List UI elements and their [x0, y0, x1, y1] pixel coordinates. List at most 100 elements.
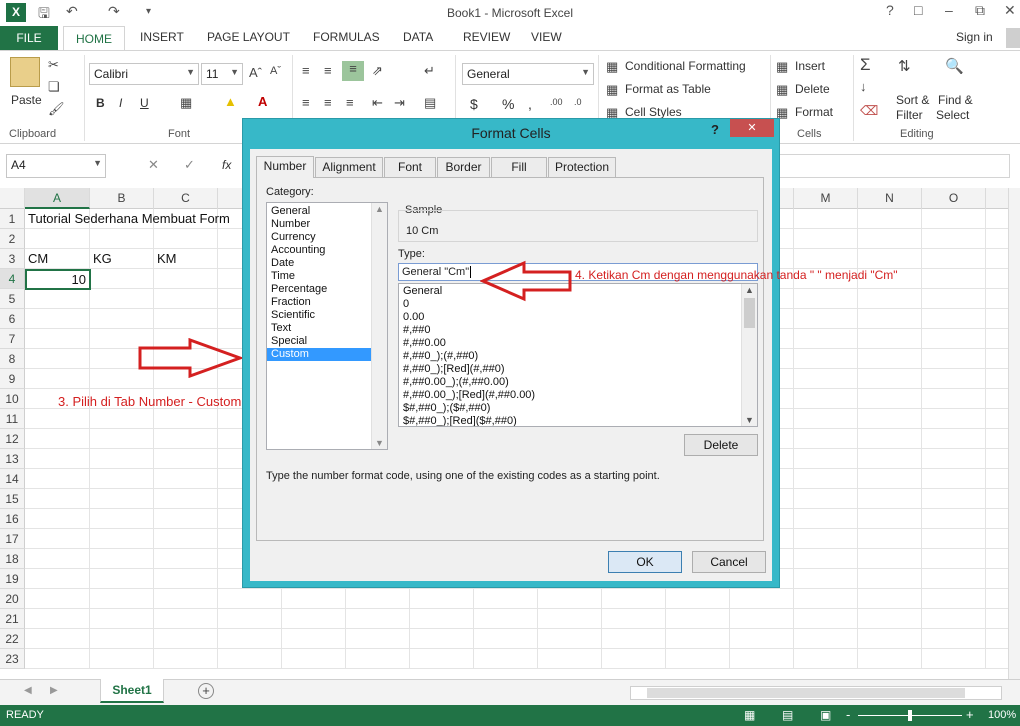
row-header[interactable]: 6 [0, 309, 25, 329]
format-code-list[interactable]: General 0 0.00 #,##0 #,##0.00 #,##0_);(#,##0)… [398, 283, 758, 427]
sort-filter-icon[interactable]: ⇅ [898, 57, 911, 75]
format-code-item[interactable]: 0 [399, 298, 757, 311]
column-header-c[interactable]: C [154, 188, 218, 209]
zoom-slider-thumb[interactable] [908, 710, 912, 721]
format-code-item[interactable]: $#,##0_);[Red]($#,##0) [399, 415, 757, 426]
row-header[interactable]: 2 [0, 229, 25, 249]
percent-button[interactable]: % [502, 96, 514, 112]
format-code-item[interactable]: $#,##0_);($#,##0) [399, 402, 757, 415]
name-box[interactable]: A4 ▼ [6, 154, 106, 178]
format-scroll-thumb[interactable] [744, 298, 755, 328]
cell-a1[interactable]: Tutorial Sederhana Membuat Form [28, 211, 230, 226]
cell-b3[interactable]: KG [93, 251, 112, 266]
delete-button[interactable]: Delete [795, 82, 830, 96]
orientation-icon[interactable]: ⇗ [372, 63, 383, 79]
format-list-scrollbar[interactable]: ▲ ▼ [741, 284, 757, 426]
dialog-tab-font[interactable]: Font [384, 157, 436, 177]
font-name-combo[interactable]: Calibri ▼ [89, 63, 199, 85]
insert-cells-icon[interactable]: ▦ [776, 59, 788, 75]
close-window-button[interactable]: ✕ [1004, 2, 1016, 19]
cut-icon[interactable]: ✂ [48, 57, 59, 73]
row-header[interactable]: 9 [0, 369, 25, 389]
clear-icon[interactable]: ⌫ [860, 103, 878, 119]
cell-styles-button[interactable]: Cell Styles [625, 105, 682, 119]
fill-icon[interactable]: ↓ [860, 79, 867, 94]
cell-c3[interactable]: KM [157, 251, 177, 266]
category-item[interactable]: General [267, 205, 371, 218]
dialog-help-button[interactable]: ? [711, 122, 719, 137]
format-code-item[interactable]: #,##0 [399, 324, 757, 337]
align-center-icon[interactable]: ≡ [324, 95, 332, 110]
tab-review[interactable]: REVIEW [463, 30, 510, 44]
row-header[interactable]: 21 [0, 609, 25, 629]
sheet-vertical-scrollbar[interactable] [1008, 188, 1020, 679]
category-item[interactable]: Time [267, 270, 371, 283]
shrink-font-icon[interactable]: Aˇ [270, 65, 281, 77]
autosum-icon[interactable]: Σ [860, 55, 871, 75]
category-item[interactable]: Percentage [267, 283, 371, 296]
font-color-icon[interactable]: A [258, 94, 267, 109]
dialog-tab-protection[interactable]: Protection [548, 157, 616, 177]
cancel-entry-icon[interactable]: ✕ [148, 157, 159, 173]
sort-filter-button[interactable]: Sort & [896, 93, 929, 107]
column-header-o[interactable]: O [922, 188, 986, 209]
row-header[interactable]: 15 [0, 489, 25, 509]
active-cell-a4[interactable]: 10 [25, 269, 91, 290]
conditional-formatting-button[interactable]: Conditional Formatting [625, 59, 746, 73]
find-select-button[interactable]: Find & [938, 93, 973, 107]
decrease-decimal-icon[interactable]: .0 [574, 97, 582, 107]
currency-button[interactable]: $ [470, 96, 478, 112]
category-item[interactable]: Accounting [267, 244, 371, 257]
next-sheet-icon[interactable]: ▶ [50, 685, 58, 696]
copy-icon[interactable]: ❏ [48, 79, 60, 95]
category-item[interactable]: Special [267, 335, 371, 348]
format-code-item[interactable]: #,##0.00_);(#,##0.00) [399, 376, 757, 389]
format-scroll-up-icon[interactable]: ▲ [745, 285, 754, 295]
font-size-combo[interactable]: 11 ▼ [201, 63, 243, 85]
zoom-level[interactable]: 100% [988, 709, 1016, 721]
row-header[interactable]: 23 [0, 649, 25, 669]
format-as-table-icon[interactable]: ▦ [606, 82, 618, 98]
column-header-n[interactable]: N [858, 188, 922, 209]
category-item[interactable]: Text [267, 322, 371, 335]
dialog-tab-alignment[interactable]: Alignment [315, 157, 383, 177]
ribbon-display-icon[interactable]: □ [914, 2, 922, 18]
select-all-corner[interactable] [0, 188, 25, 209]
tab-insert[interactable]: INSERT [140, 30, 184, 44]
delete-cells-icon[interactable]: ▦ [776, 82, 788, 98]
format-scroll-down-icon[interactable]: ▼ [745, 415, 754, 425]
paste-icon[interactable] [10, 57, 40, 87]
dialog-close-button[interactable]: ✕ [730, 119, 774, 137]
align-top-icon[interactable]: ≡ [302, 63, 310, 78]
page-break-view-icon[interactable]: ▣ [820, 708, 831, 722]
tab-home[interactable]: HOME [63, 26, 125, 51]
format-code-item[interactable]: #,##0_);(#,##0) [399, 350, 757, 363]
insert-button[interactable]: Insert [795, 59, 825, 73]
category-item[interactable]: Fraction [267, 296, 371, 309]
align-right-icon[interactable]: ≡ [346, 95, 354, 110]
cancel-button[interactable]: Cancel [692, 551, 766, 573]
category-item[interactable]: Custom [267, 348, 371, 361]
dialog-tab-border[interactable]: Border [437, 157, 490, 177]
row-header[interactable]: 5 [0, 289, 25, 309]
dialog-tab-fill[interactable]: Fill [491, 157, 547, 177]
ok-button[interactable]: OK [608, 551, 682, 573]
row-header[interactable]: 16 [0, 509, 25, 529]
tab-data[interactable]: DATA [403, 30, 433, 44]
row-header[interactable]: 10 [0, 389, 25, 409]
decrease-indent-icon[interactable]: ⇤ [372, 95, 383, 111]
minimize-button[interactable]: – [945, 2, 953, 18]
tab-file[interactable]: FILE [0, 26, 58, 50]
sheet-tab-sheet1[interactable]: Sheet1 [100, 679, 164, 703]
align-bottom-icon[interactable]: ≡ [342, 61, 364, 81]
format-code-item[interactable]: #,##0.00_);[Red](#,##0.00) [399, 389, 757, 402]
column-header-m[interactable]: M [794, 188, 858, 209]
grow-font-icon[interactable]: Aˆ [249, 65, 262, 80]
prev-sheet-icon[interactable]: ◀ [24, 685, 32, 696]
page-layout-view-icon[interactable]: ▤ [782, 708, 793, 722]
format-code-item[interactable]: #,##0.00 [399, 337, 757, 350]
underline-button[interactable]: U [140, 96, 149, 110]
help-button[interactable]: ? [886, 2, 894, 18]
delete-format-button[interactable]: Delete [684, 434, 758, 456]
category-scrollbar[interactable]: ▲ ▼ [371, 203, 387, 449]
